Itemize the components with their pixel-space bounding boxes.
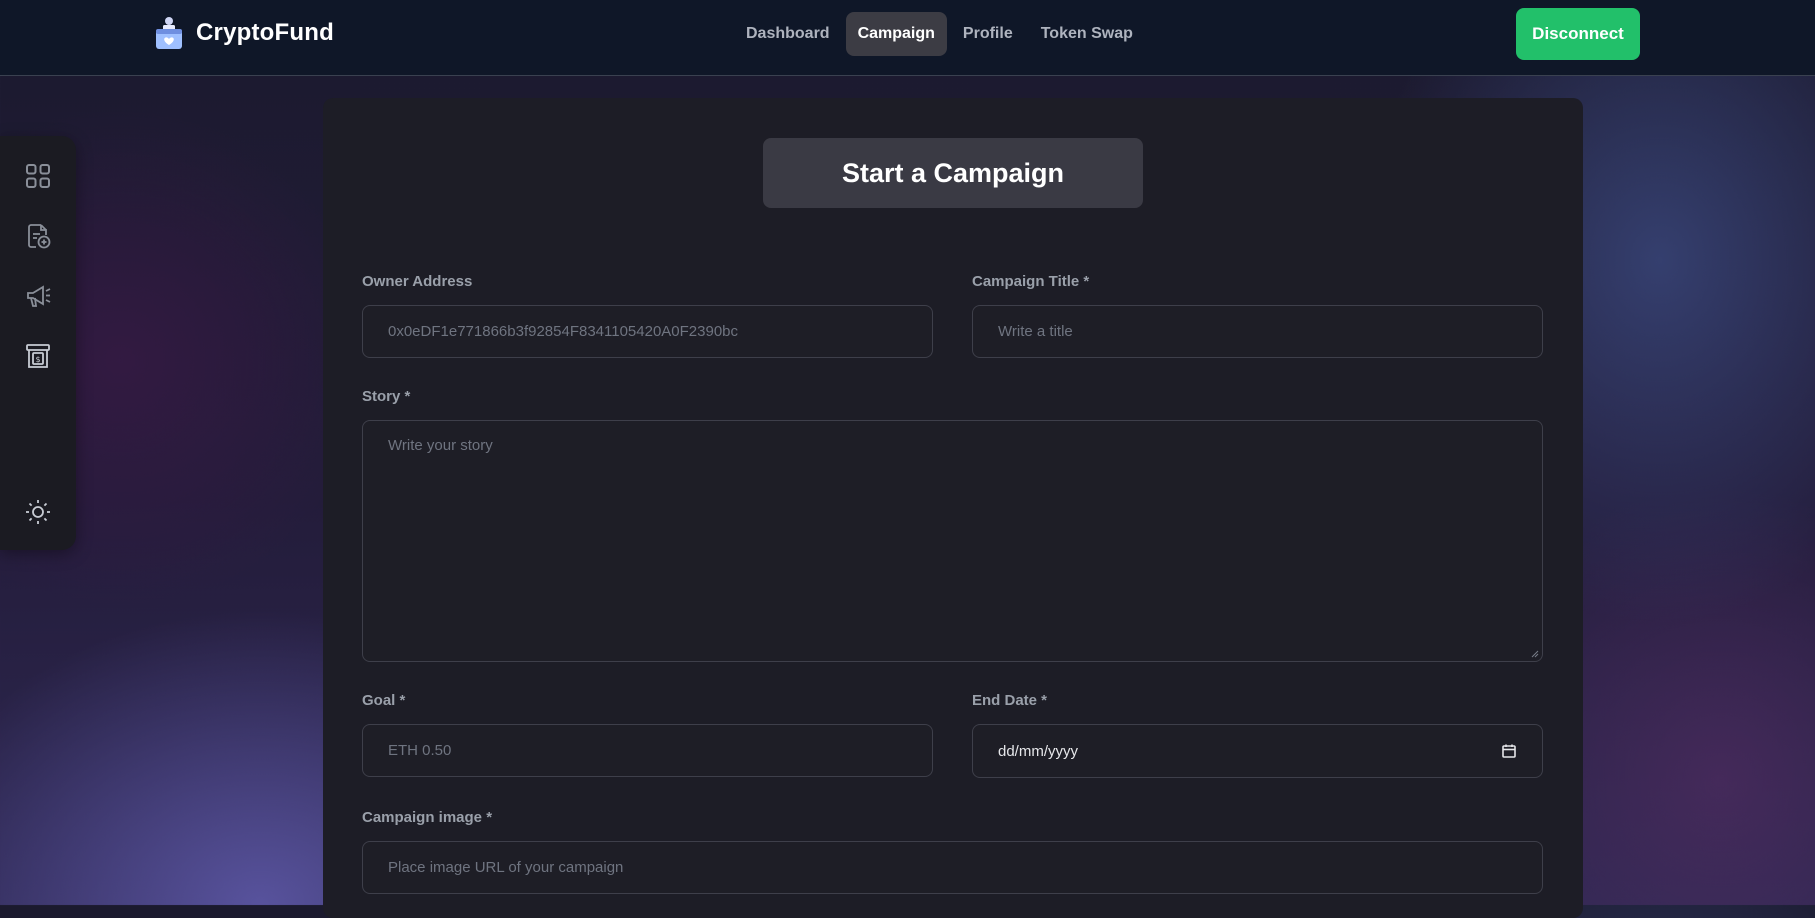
tab-dashboard[interactable]: Dashboard <box>734 12 842 56</box>
calendar-icon[interactable] <box>1501 743 1517 759</box>
campaign-title-input[interactable]: Write a title <box>972 305 1543 358</box>
end-date-placeholder: dd/mm/yyyy <box>998 742 1079 760</box>
tab-profile[interactable]: Profile <box>951 12 1025 56</box>
page-title: Start a Campaign <box>763 138 1143 208</box>
goal-placeholder: ETH 0.50 <box>388 742 452 759</box>
goal-input[interactable]: ETH 0.50 <box>362 724 933 777</box>
owner-address-value: 0x0eDF1e771866b3f92854F8341105420A0F2390… <box>388 323 739 340</box>
sun-icon[interactable] <box>24 498 52 526</box>
campaign-title-label: Campaign Title * <box>972 273 1090 290</box>
resize-grip-icon[interactable] <box>1531 650 1539 658</box>
donation-box-icon <box>156 17 182 49</box>
goal-label: Goal * <box>362 692 406 709</box>
svg-text:$: $ <box>35 355 40 364</box>
campaign-form-card: Start a Campaign Owner Address 0x0eDF1e7… <box>323 98 1583 918</box>
file-add-icon[interactable] <box>24 222 52 250</box>
end-date-input[interactable]: dd/mm/yyyy <box>972 724 1543 778</box>
disconnect-button[interactable]: Disconnect <box>1516 8 1640 60</box>
end-date-label: End Date * <box>972 692 1048 709</box>
sidebar: $ <box>0 136 76 550</box>
campaign-image-placeholder: Place image URL of your campaign <box>388 859 624 876</box>
cash-register-icon[interactable]: $ <box>24 342 52 370</box>
campaign-image-label: Campaign image * <box>362 809 493 826</box>
top-navbar: CryptoFund Dashboard Campaign Profile To… <box>0 0 1815 76</box>
owner-address-label: Owner Address <box>362 273 473 290</box>
tab-campaign[interactable]: Campaign <box>845 12 947 56</box>
main-nav: Dashboard Campaign Profile Token Swap <box>734 12 1145 56</box>
brand-name: CryptoFund <box>196 19 334 46</box>
story-textarea[interactable]: Write your story <box>362 420 1543 662</box>
campaign-title-placeholder: Write a title <box>998 323 1073 340</box>
campaign-image-input[interactable]: Place image URL of your campaign <box>362 841 1543 894</box>
tab-token-swap[interactable]: Token Swap <box>1029 12 1145 56</box>
story-label: Story * <box>362 388 411 405</box>
megaphone-icon[interactable] <box>24 282 52 310</box>
grid-icon[interactable] <box>24 162 52 190</box>
brand[interactable]: CryptoFund <box>154 16 334 50</box>
story-placeholder: Write your story <box>388 437 493 454</box>
owner-address-field[interactable]: 0x0eDF1e771866b3f92854F8341105420A0F2390… <box>362 305 933 358</box>
